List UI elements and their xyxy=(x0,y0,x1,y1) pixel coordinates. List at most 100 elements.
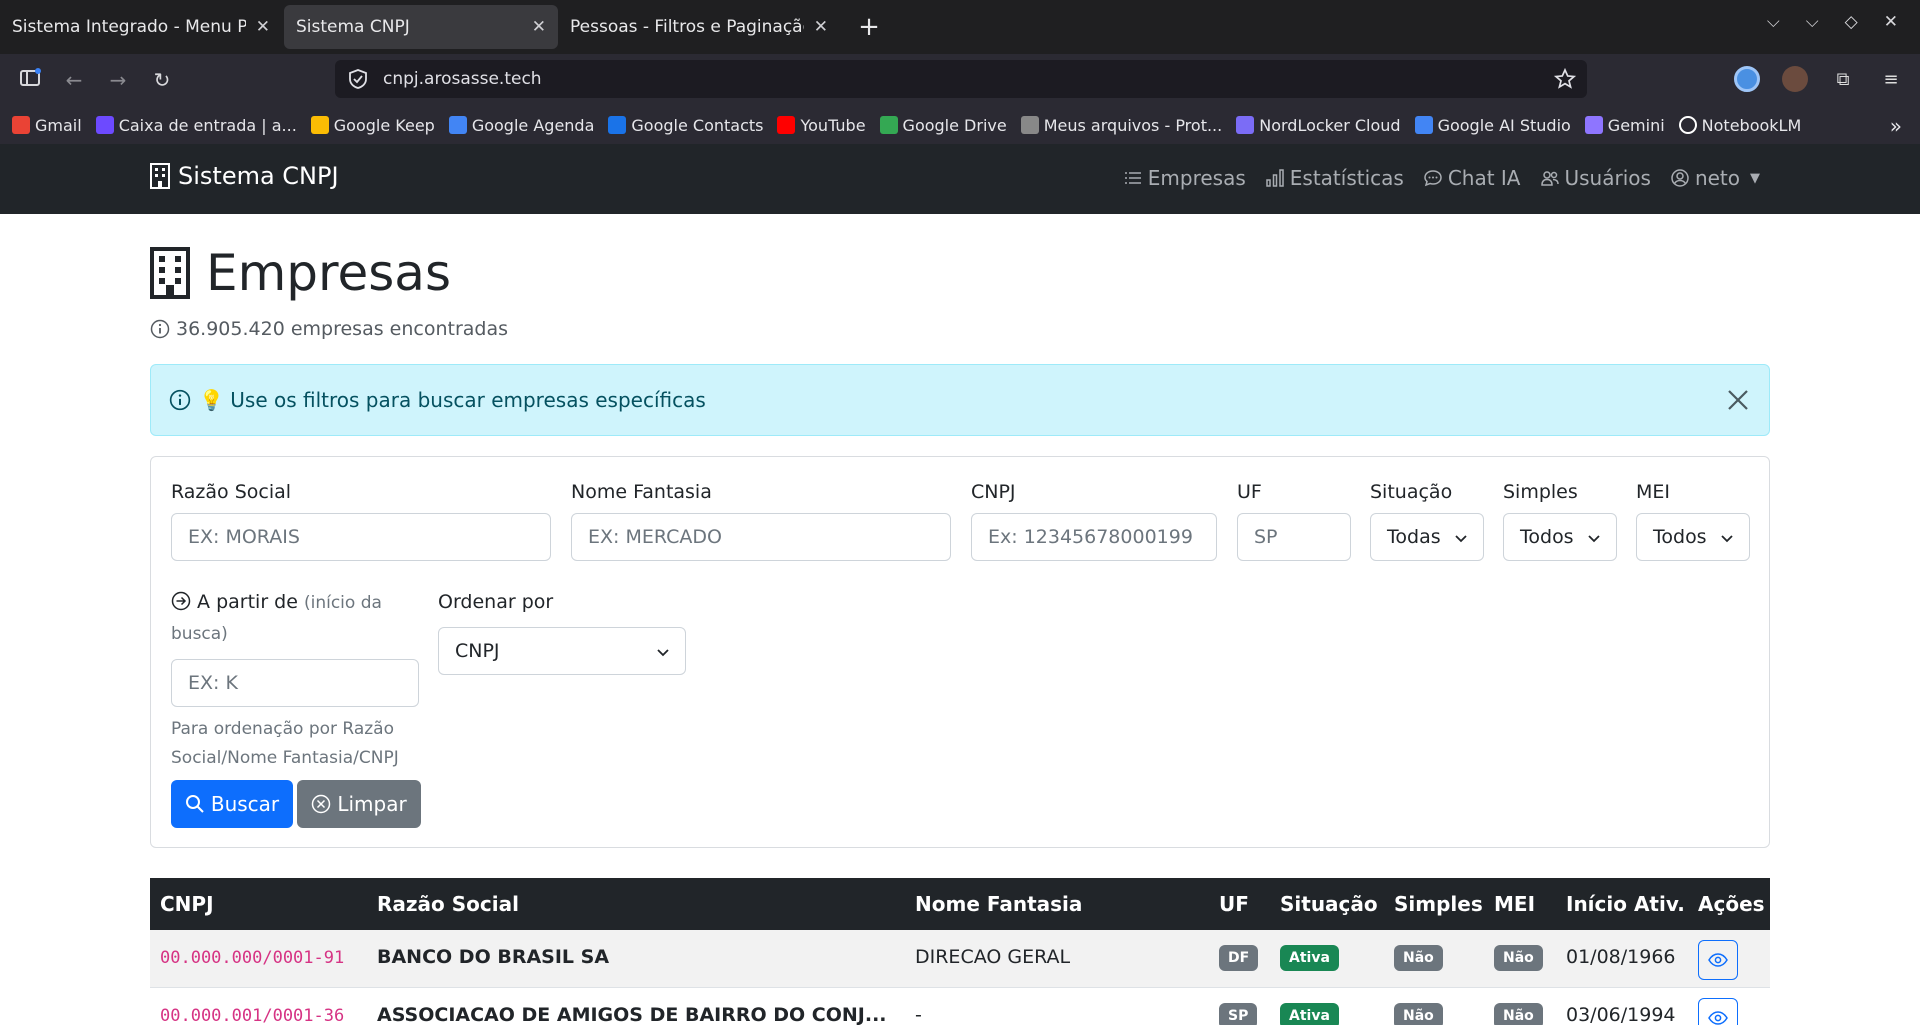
nav-empresas-label: Empresas xyxy=(1147,166,1246,190)
x-circle-icon xyxy=(312,794,331,814)
bookmark-item[interactable]: Google Drive xyxy=(879,116,1007,135)
mei-select[interactable]: Todos xyxy=(1636,513,1750,561)
alert-text: 💡 Use os filtros para buscar empresas es… xyxy=(199,388,706,412)
bookmark-item[interactable]: Google Agenda xyxy=(448,116,594,135)
a-partir-de-input[interactable]: EX: K xyxy=(171,659,419,707)
close-icon[interactable] xyxy=(1725,387,1751,413)
razao-social-input[interactable]: EX: MORAIS xyxy=(171,513,551,561)
back-icon[interactable]: ← xyxy=(52,68,96,92)
tab-title: Sistema CNPJ xyxy=(296,17,410,37)
th-razao-social: Razão Social xyxy=(377,892,519,916)
mei-badge: Não xyxy=(1494,945,1543,971)
cell-cnpj[interactable]: 00.000.001/0001-36 xyxy=(160,1006,344,1025)
tab-title: Pessoas - Filtros e Paginação xyxy=(570,17,804,37)
chevron-right-double-icon[interactable]: » xyxy=(1890,114,1902,138)
bookmark-item[interactable]: Google Keep xyxy=(310,115,435,135)
ordenar-label: Ordenar por xyxy=(438,591,554,613)
bookmark-item[interactable]: Gmail xyxy=(12,116,82,135)
limpar-button[interactable]: Limpar xyxy=(297,780,421,828)
chevron-down-icon[interactable]: ⌵ xyxy=(1767,12,1780,32)
eye-icon xyxy=(1708,1011,1728,1025)
nav-chat[interactable]: Chat IA xyxy=(1424,166,1521,190)
chevron-down-icon xyxy=(657,649,669,657)
reload-icon[interactable]: ↻ xyxy=(140,68,184,92)
star-icon[interactable] xyxy=(1553,67,1577,91)
page-title: Empresas xyxy=(150,244,451,302)
cell-inicio-ativ: 01/08/1966 xyxy=(1566,946,1676,968)
bookmark-label: Google Keep xyxy=(333,115,435,135)
nav-estatisticas[interactable]: Estatísticas xyxy=(1266,166,1404,190)
page-title-text: Empresas xyxy=(206,244,451,302)
close-icon[interactable]: ✕ xyxy=(1884,12,1898,32)
nome-fantasia-input[interactable]: EX: MERCADO xyxy=(571,513,951,561)
table-row[interactable]: 00.000.001/0001-36 ASSOCIACAO DE AMIGOS … xyxy=(150,988,1770,1025)
a-partir-de-label: A partir de (início da busca) xyxy=(171,587,419,649)
info-alert: 💡 Use os filtros para buscar empresas es… xyxy=(150,364,1770,436)
eye-icon xyxy=(1708,953,1728,967)
vpn-extension-icon[interactable] xyxy=(1734,66,1760,92)
a-partir-de-help: Para ordenação por Razão Social/Nome Fan… xyxy=(171,719,399,768)
nav-usuarios[interactable]: Usuários xyxy=(1540,166,1651,190)
bookmark-item[interactable]: NordLocker Cloud xyxy=(1236,116,1401,135)
cell-cnpj[interactable]: 00.000.000/0001-91 xyxy=(160,948,344,968)
nav-chat-label: Chat IA xyxy=(1447,166,1521,190)
th-situacao: Situação xyxy=(1280,892,1378,916)
user-name: neto xyxy=(1694,166,1740,190)
new-tab-icon[interactable]: + xyxy=(854,12,884,42)
sidebar-icon[interactable] xyxy=(8,67,52,93)
bookmark-label: Caixa de entrada | a... xyxy=(118,115,297,135)
browser-tab[interactable]: Pessoas - Filtros e Paginação ✕ xyxy=(558,5,840,49)
close-icon[interactable]: ✕ xyxy=(532,17,546,37)
uf-input[interactable]: SP xyxy=(1237,513,1351,561)
bookmark-item[interactable]: Meus arquivos - Prot... xyxy=(1020,116,1222,135)
app-nav-links: Empresas Estatísticas Chat IA Usuários n… xyxy=(1124,166,1760,190)
url-bar[interactable]: cnpj.arosasse.tech xyxy=(335,60,1587,98)
empresas-table: CNPJ Razão Social Nome Fantasia UF Situa… xyxy=(150,878,1770,1025)
brand[interactable]: Sistema CNPJ xyxy=(150,162,339,190)
puzzle-icon[interactable]: ⧉ xyxy=(1830,66,1856,92)
buscar-button[interactable]: Buscar xyxy=(171,780,293,828)
close-icon[interactable]: ✕ xyxy=(256,17,270,37)
th-uf: UF xyxy=(1219,892,1249,916)
browser-tab-active[interactable]: Sistema CNPJ ✕ xyxy=(284,5,558,49)
gmail-icon xyxy=(12,116,30,134)
view-button[interactable] xyxy=(1698,998,1738,1025)
nome-fantasia-label: Nome Fantasia xyxy=(571,481,712,503)
simples-select[interactable]: Todos xyxy=(1503,513,1617,561)
view-button[interactable] xyxy=(1698,940,1738,980)
cell-nome-fantasia: DIRECAO GERAL xyxy=(915,946,1071,968)
maximize-icon[interactable]: ◇ xyxy=(1845,12,1858,32)
minimize-icon[interactable]: ⌵ xyxy=(1806,12,1819,32)
browser-toolbar: ← → ↻ cnpj.arosasse.tech ⧉ ≡ xyxy=(0,54,1920,106)
bookmark-item[interactable]: Gemini xyxy=(1584,116,1665,135)
ordenar-value: CNPJ xyxy=(455,640,500,662)
bookmark-item[interactable]: Google AI Studio xyxy=(1414,116,1571,135)
razao-social-group: Razão Social EX: MORAIS xyxy=(171,481,551,561)
close-icon[interactable]: ✕ xyxy=(814,17,828,37)
bookmarks-bar: Gmail Caixa de entrada | a... Google Keep G… xyxy=(0,106,1920,144)
nav-empresas[interactable]: Empresas xyxy=(1124,166,1246,190)
people-icon xyxy=(1540,171,1559,186)
menu-icon[interactable]: ≡ xyxy=(1878,66,1904,92)
bookmark-item[interactable]: NotebookLM xyxy=(1678,116,1801,135)
situacao-select[interactable]: Todas xyxy=(1370,513,1484,561)
bookmark-item[interactable]: YouTube xyxy=(777,116,866,135)
uf-badge: SP xyxy=(1219,1003,1258,1025)
simples-badge: Não xyxy=(1394,945,1443,971)
forward-icon[interactable]: → xyxy=(96,68,140,92)
cnpj-input[interactable]: Ex: 12345678000199 xyxy=(971,513,1217,561)
bookmark-item[interactable]: Caixa de entrada | a... xyxy=(95,115,297,135)
a-partir-de-label-text: A partir de xyxy=(197,591,298,613)
browser-tab[interactable]: Sistema Integrado - Menu Prir ✕ xyxy=(0,5,282,49)
ordenar-select[interactable]: CNPJ xyxy=(438,627,686,675)
avatar-extension-icon[interactable] xyxy=(1782,66,1808,92)
table-row[interactable]: 00.000.000/0001-91 BANCO DO BRASIL SA DI… xyxy=(150,930,1770,988)
bookmark-item[interactable]: Google Contacts xyxy=(608,116,763,135)
bookmark-label: Gmail xyxy=(35,115,82,135)
situacao-badge: Ativa xyxy=(1280,945,1339,971)
th-nome-fantasia: Nome Fantasia xyxy=(915,892,1083,916)
cnpj-group: CNPJ Ex: 12345678000199 xyxy=(971,481,1217,561)
cell-nome-fantasia: - xyxy=(915,1004,922,1025)
buscar-label: Buscar xyxy=(210,792,280,816)
user-menu-dropdown[interactable]: neto ▼ xyxy=(1671,166,1760,190)
